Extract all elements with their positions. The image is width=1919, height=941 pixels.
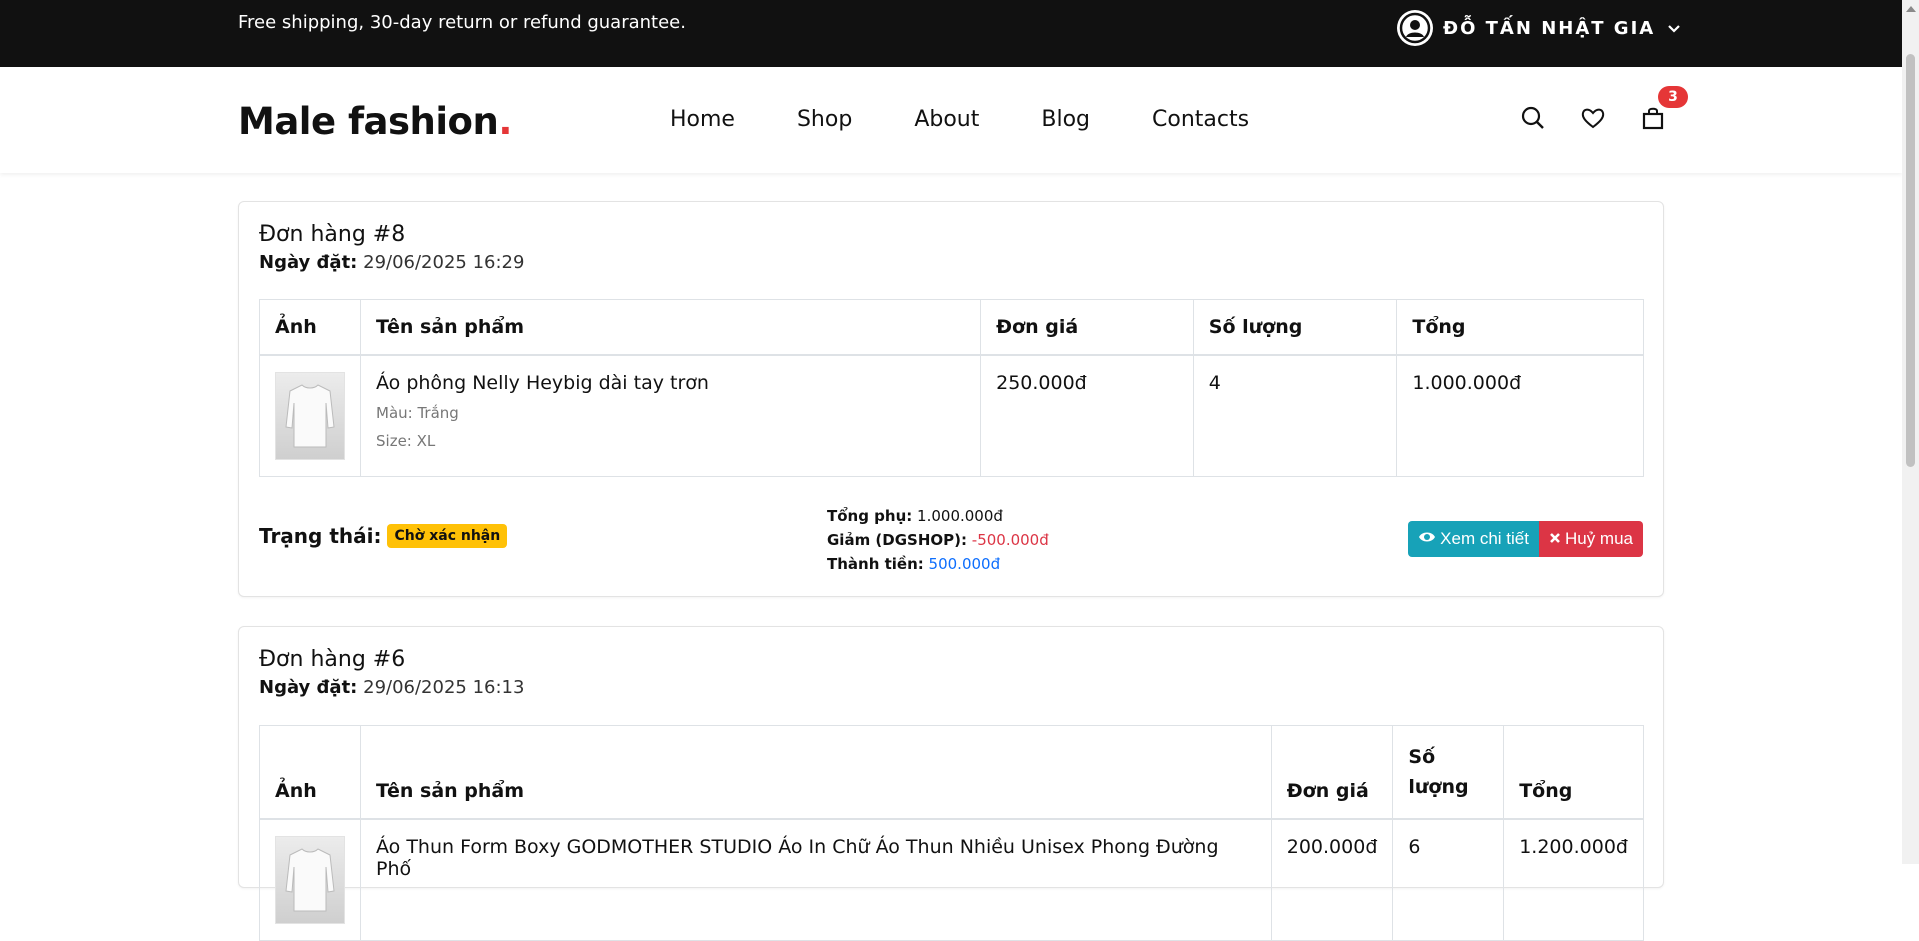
col-total: Tổng [1396, 299, 1644, 356]
page-scrollbar[interactable] [1902, 0, 1919, 864]
product-price: 250.000đ [980, 354, 1194, 477]
promo-text: Free shipping, 30-day return or refund g… [238, 12, 686, 33]
view-detail-button[interactable]: Xem chi tiết [1408, 521, 1539, 557]
product-total: 1.200.000đ [1503, 818, 1644, 941]
cancel-order-button[interactable]: Huỷ mua [1538, 521, 1643, 557]
logo-text: Male fashion [238, 100, 499, 143]
col-quantity: Số lượng [1392, 725, 1505, 820]
heart-icon[interactable] [1580, 105, 1606, 131]
main-nav: Home Shop About Blog Contacts [670, 107, 1311, 132]
close-icon [1549, 529, 1561, 549]
final-total-label: Thành tiền: [827, 555, 924, 573]
table-row: Áo phông Nelly Heybig dài tay trơn Màu: … [259, 354, 1644, 477]
product-price: 200.000đ [1270, 818, 1394, 941]
main-header: Male fashion. Home Shop About Blog Conta… [0, 67, 1902, 173]
order-items-table: Ảnh Tên sản phẩm Đơn giá Số lượng Tổng Á… [259, 725, 1644, 941]
order-title: Đơn hàng #6 [259, 647, 406, 672]
col-quantity: Số lượng [1192, 299, 1398, 356]
search-icon[interactable] [1520, 105, 1546, 131]
logo-dot: . [498, 100, 512, 143]
header-icons: 3 [1520, 86, 1688, 131]
table-header-row: Ảnh Tên sản phẩm Đơn giá Số lượng Tổng [259, 299, 1644, 356]
product-info-cell: Áo Thun Form Boxy GODMOTHER STUDIO Áo In… [360, 818, 1272, 941]
eye-icon [1418, 529, 1436, 549]
subtotal-value: 1.000.000đ [912, 507, 1003, 525]
nav-contacts[interactable]: Contacts [1152, 107, 1249, 132]
col-image: Ảnh [259, 299, 361, 356]
order-date: Ngày đặt: 29/06/2025 16:13 [259, 677, 524, 698]
order-date: Ngày đặt: 29/06/2025 16:29 [259, 252, 524, 273]
user-name: ĐỖ TẤN NHẬT GIA [1443, 17, 1656, 39]
col-unit-price: Đơn giá [1270, 725, 1394, 820]
product-total: 1.000.000đ [1396, 354, 1644, 477]
scroll-up-icon[interactable] [1906, 6, 1916, 12]
status-badge: Chờ xác nhận [387, 524, 508, 548]
discount-row: Giảm (DGSHOP): -500.000đ [827, 528, 1049, 552]
product-name: Áo Thun Form Boxy GODMOTHER STUDIO Áo In… [376, 836, 1219, 880]
order-date-value: 29/06/2025 16:29 [357, 252, 525, 273]
product-thumbnail[interactable] [275, 836, 345, 924]
order-status: Trạng thái: Chờ xác nhận [259, 524, 508, 548]
nav-home[interactable]: Home [670, 107, 735, 132]
col-unit-price: Đơn giá [980, 299, 1194, 356]
product-image-cell [259, 354, 361, 477]
site-logo[interactable]: Male fashion. [238, 100, 512, 143]
chevron-down-icon [1667, 19, 1681, 38]
col-image: Ảnh [259, 725, 361, 820]
order-card: Đơn hàng #8 Ngày đặt: 29/06/2025 16:29 Ả… [238, 201, 1664, 597]
col-total: Tổng [1503, 725, 1644, 820]
product-name: Áo phông Nelly Heybig dài tay trơn [376, 372, 709, 394]
discount-label: Giảm (DGSHOP): [827, 531, 968, 549]
col-product-name: Tên sản phẩm [360, 725, 1272, 820]
final-total-row: Thành tiền: 500.000đ [827, 552, 1049, 576]
view-detail-label: Xem chi tiết [1440, 529, 1529, 548]
user-menu[interactable]: ĐỖ TẤN NHẬT GIA [1397, 10, 1681, 46]
product-color: Màu: Trắng [376, 404, 459, 422]
scrollbar-thumb[interactable] [1906, 54, 1915, 467]
order-date-label: Ngày đặt: [259, 677, 358, 698]
order-date-label: Ngày đặt: [259, 252, 358, 273]
product-info-cell: Áo phông Nelly Heybig dài tay trơn Màu: … [359, 354, 982, 477]
table-row: Áo Thun Form Boxy GODMOTHER STUDIO Áo In… [259, 818, 1644, 941]
table-header-row: Ảnh Tên sản phẩm Đơn giá Số lượng Tổng [259, 725, 1644, 820]
nav-shop[interactable]: Shop [797, 107, 852, 132]
final-total-value: 500.000đ [923, 555, 1001, 573]
order-title: Đơn hàng #8 [259, 222, 406, 247]
order-date-value: 29/06/2025 16:13 [357, 677, 525, 698]
col-product-name: Tên sản phẩm [359, 299, 982, 356]
product-image-cell [259, 818, 361, 941]
subtotal-label: Tổng phụ: [827, 507, 913, 525]
order-actions: Xem chi tiết Huỷ mua [1408, 521, 1643, 557]
order-summary: Tổng phụ: 1.000.000đ Giảm (DGSHOP): -500… [827, 504, 1049, 576]
user-avatar-icon [1397, 10, 1433, 46]
product-qty: 4 [1192, 354, 1398, 477]
order-card: Đơn hàng #6 Ngày đặt: 29/06/2025 16:13 Ả… [238, 626, 1664, 941]
product-thumbnail[interactable] [275, 372, 345, 460]
top-bar: Free shipping, 30-day return or refund g… [0, 0, 1902, 67]
nav-about[interactable]: About [914, 107, 979, 132]
cart-icon[interactable]: 3 [1640, 86, 1688, 131]
product-size: Size: XL [376, 432, 436, 450]
discount-value: -500.000đ [967, 531, 1049, 549]
status-label: Trạng thái: [259, 524, 382, 548]
cart-count-badge: 3 [1658, 86, 1688, 108]
subtotal-row: Tổng phụ: 1.000.000đ [827, 504, 1049, 528]
order-items-table: Ảnh Tên sản phẩm Đơn giá Số lượng Tổng Á… [259, 299, 1644, 477]
product-qty: 6 [1392, 818, 1505, 941]
cancel-order-label: Huỷ mua [1564, 529, 1633, 548]
nav-blog[interactable]: Blog [1041, 107, 1090, 132]
